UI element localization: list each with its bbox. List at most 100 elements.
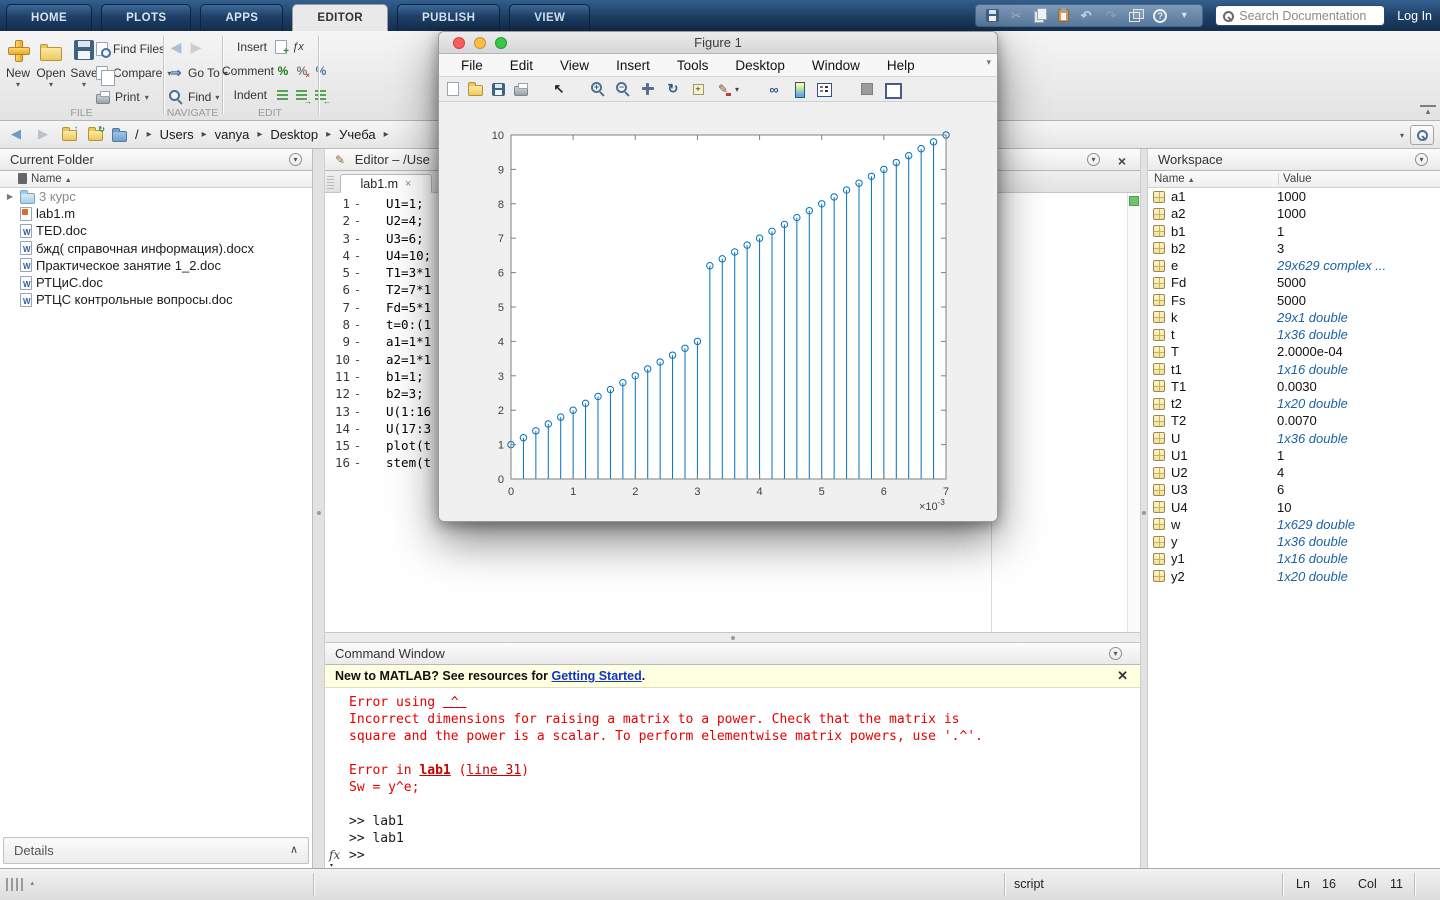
- go-to-button[interactable]: Go To: [188, 66, 220, 80]
- menu-tools[interactable]: Tools: [677, 58, 709, 73]
- fwd-arrow-icon[interactable]: [188, 39, 204, 55]
- file-row[interactable]: РТЦС контрольные вопросы.doc: [0, 291, 312, 308]
- panel-splitter-right[interactable]: [1140, 149, 1148, 868]
- tab-view[interactable]: VIEW: [509, 4, 590, 31]
- tab-publish[interactable]: PUBLISH: [397, 4, 500, 31]
- windows-icon[interactable]: [1128, 8, 1144, 24]
- workspace-row[interactable]: T2.0000e-04: [1148, 343, 1440, 360]
- panel-menu-icon[interactable]: [1109, 647, 1122, 660]
- figure-title-bar[interactable]: Figure 1: [439, 32, 997, 54]
- workspace-row[interactable]: y1x36 double: [1148, 533, 1440, 550]
- save-icon[interactable]: [986, 9, 999, 22]
- menu-file[interactable]: File: [461, 58, 483, 73]
- smart-indent-icon[interactable]: [275, 87, 291, 103]
- tab-home[interactable]: HOME: [6, 4, 92, 31]
- edit-cursor-icon[interactable]: [551, 81, 567, 97]
- file-row[interactable]: РТЦиС.doc: [0, 274, 312, 291]
- wrap-pct-icon[interactable]: [313, 63, 329, 79]
- menu-overflow-icon[interactable]: ▾: [986, 57, 991, 68]
- uncomment-pct-icon[interactable]: [294, 63, 310, 79]
- file-row[interactable]: TED.doc: [0, 222, 312, 239]
- zoom-out-icon[interactable]: [615, 81, 631, 97]
- indent-right-icon[interactable]: [294, 87, 310, 103]
- insert-doc-icon[interactable]: [275, 40, 287, 54]
- print-button[interactable]: Print▾: [96, 85, 171, 109]
- path-segment[interactable]: /: [135, 127, 139, 142]
- up-one-level-icon[interactable]: [62, 130, 77, 141]
- dock-figure-icon[interactable]: [859, 81, 875, 97]
- rotate-3d-icon[interactable]: [665, 81, 681, 97]
- error-link[interactable]: ^: [443, 695, 466, 710]
- workspace-row[interactable]: Fd5000: [1148, 274, 1440, 291]
- workspace-row[interactable]: a11000: [1148, 188, 1440, 205]
- collapse-ribbon-button[interactable]: [1420, 105, 1436, 117]
- disclosure-triangle-icon[interactable]: ▶: [4, 192, 16, 201]
- address-dropdown-icon[interactable]: ▾: [1400, 131, 1404, 140]
- tab-lab1m[interactable]: lab1.m ×: [340, 174, 432, 193]
- workspace-row[interactable]: Fs5000: [1148, 292, 1440, 309]
- panel-menu-icon[interactable]: [289, 153, 302, 166]
- panel-menu-icon[interactable]: [1087, 153, 1100, 166]
- search-documentation-box[interactable]: Search Documentation: [1215, 5, 1385, 26]
- close-tab-icon[interactable]: ×: [405, 178, 411, 190]
- copy-icon[interactable]: [1033, 8, 1049, 24]
- path-segment[interactable]: Desktop: [270, 127, 318, 142]
- path-segment[interactable]: Users: [160, 127, 194, 142]
- workspace-row[interactable]: y21x20 double: [1148, 568, 1440, 585]
- insert-colorbar-icon[interactable]: [791, 81, 807, 97]
- workspace-row[interactable]: t1x36 double: [1148, 326, 1440, 343]
- close-icon[interactable]: ×: [1118, 151, 1126, 172]
- back-icon[interactable]: [8, 126, 24, 142]
- workspace-row[interactable]: w1x629 double: [1148, 516, 1440, 533]
- open-file-icon[interactable]: [468, 85, 483, 96]
- menu-insert[interactable]: Insert: [616, 58, 650, 73]
- workspace-row[interactable]: t11x16 double: [1148, 361, 1440, 378]
- back-arrow-icon[interactable]: [168, 39, 184, 55]
- caret-icon[interactable]: [1176, 8, 1192, 24]
- workspace-row[interactable]: T10.0030: [1148, 378, 1440, 395]
- undo-icon[interactable]: [1078, 8, 1094, 24]
- file-row[interactable]: ▶3 курс: [0, 188, 312, 205]
- compare-button[interactable]: Compare▾: [96, 61, 171, 85]
- file-row[interactable]: бжд( справочная информация).docx: [0, 240, 312, 257]
- print-figure-icon[interactable]: [514, 86, 528, 96]
- editor-command-splitter[interactable]: [325, 632, 1140, 643]
- save-figure-icon[interactable]: [492, 83, 505, 96]
- fx-prompt-icon[interactable]: fx: [329, 847, 340, 864]
- pan-icon[interactable]: [640, 81, 656, 97]
- panel-splitter-left[interactable]: [313, 149, 325, 868]
- forward-icon[interactable]: [35, 126, 51, 142]
- zoom-window-icon[interactable]: [495, 37, 507, 49]
- error-link[interactable]: line 31: [466, 763, 521, 778]
- close-banner-icon[interactable]: ✕: [1117, 665, 1128, 687]
- workspace-row[interactable]: U410: [1148, 499, 1440, 516]
- help-icon[interactable]: [1153, 9, 1167, 23]
- paste-icon[interactable]: [1058, 9, 1069, 22]
- comment-pct-icon[interactable]: [275, 63, 291, 79]
- column-separator[interactable]: [1278, 173, 1279, 185]
- menu-view[interactable]: View: [560, 58, 589, 73]
- path-segment[interactable]: vanya: [215, 127, 250, 142]
- cut-icon[interactable]: [1008, 8, 1024, 24]
- menu-desktop[interactable]: Desktop: [735, 58, 785, 73]
- workspace-row[interactable]: y11x16 double: [1148, 550, 1440, 567]
- close-window-icon[interactable]: [453, 37, 465, 49]
- tab-drag-handle[interactable]: [327, 175, 334, 189]
- subplots-icon[interactable]: [884, 81, 900, 97]
- error-link[interactable]: lab1: [419, 763, 450, 778]
- workspace-row[interactable]: e29x629 complex ...: [1148, 257, 1440, 274]
- brush-caret-icon[interactable]: [733, 81, 741, 97]
- browse-folder-icon[interactable]: [88, 130, 103, 141]
- new-button[interactable]: New▾: [3, 35, 33, 105]
- workspace-row[interactable]: U36: [1148, 481, 1440, 498]
- console[interactable]: Error using ^ Incorrect dimensions for r…: [325, 688, 1140, 868]
- getting-started-link[interactable]: Getting Started: [551, 669, 641, 683]
- zoom-in-icon[interactable]: [590, 81, 606, 97]
- search-folder-button[interactable]: [1410, 125, 1434, 145]
- fx-icon[interactable]: [290, 39, 306, 55]
- menu-window[interactable]: Window: [812, 58, 860, 73]
- path-segment[interactable]: Учеба: [339, 127, 376, 142]
- indent-left-icon[interactable]: [313, 87, 329, 103]
- menu-edit[interactable]: Edit: [510, 58, 533, 73]
- workspace-row[interactable]: T20.0070: [1148, 412, 1440, 429]
